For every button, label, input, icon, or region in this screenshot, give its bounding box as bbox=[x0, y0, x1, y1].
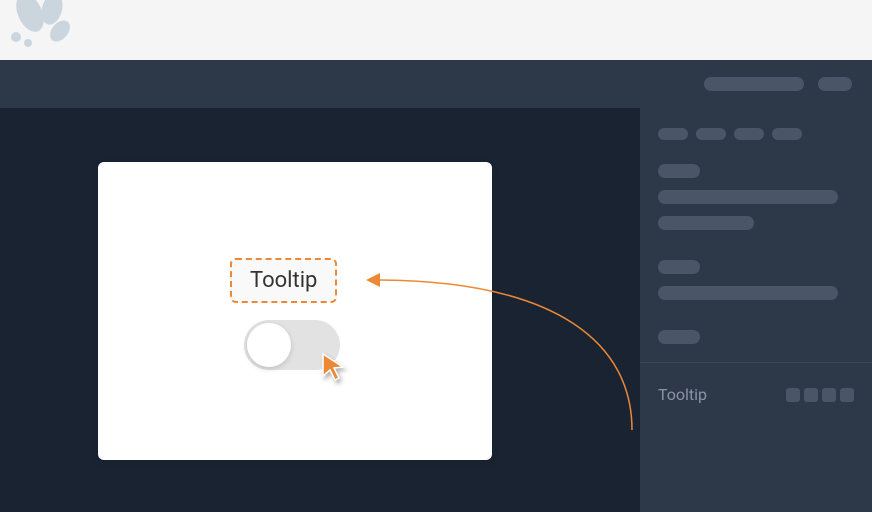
sidebar-placeholder bbox=[696, 128, 726, 140]
sidebar-placeholder bbox=[734, 128, 764, 140]
sidebar-placeholder bbox=[658, 190, 838, 204]
properties-sidebar: Tooltip bbox=[640, 108, 872, 512]
tooltip-bubble[interactable]: Tooltip bbox=[230, 258, 337, 303]
leaf-decoration-top-left bbox=[0, 0, 80, 59]
sidebar-placeholder bbox=[658, 164, 700, 178]
sidebar-footer-square[interactable] bbox=[840, 388, 854, 402]
sidebar-placeholder bbox=[658, 216, 754, 230]
titlebar-placeholder bbox=[704, 77, 804, 91]
sidebar-footer-square[interactable] bbox=[804, 388, 818, 402]
cursor-icon bbox=[321, 352, 347, 386]
titlebar-placeholder bbox=[818, 77, 852, 91]
app-titlebar bbox=[0, 60, 872, 108]
sidebar-placeholder bbox=[772, 128, 802, 140]
sidebar-tooltip-label[interactable]: Tooltip bbox=[658, 385, 707, 404]
sidebar-placeholder bbox=[658, 330, 700, 344]
sidebar-divider bbox=[640, 362, 872, 363]
sidebar-footer-controls bbox=[786, 388, 854, 402]
sidebar-footer-square[interactable] bbox=[822, 388, 836, 402]
preview-canvas bbox=[98, 162, 492, 460]
sidebar-placeholder bbox=[658, 128, 688, 140]
sidebar-placeholder bbox=[658, 286, 838, 300]
sidebar-footer-square[interactable] bbox=[786, 388, 800, 402]
toggle-knob bbox=[247, 323, 291, 367]
sidebar-placeholder bbox=[658, 260, 700, 274]
